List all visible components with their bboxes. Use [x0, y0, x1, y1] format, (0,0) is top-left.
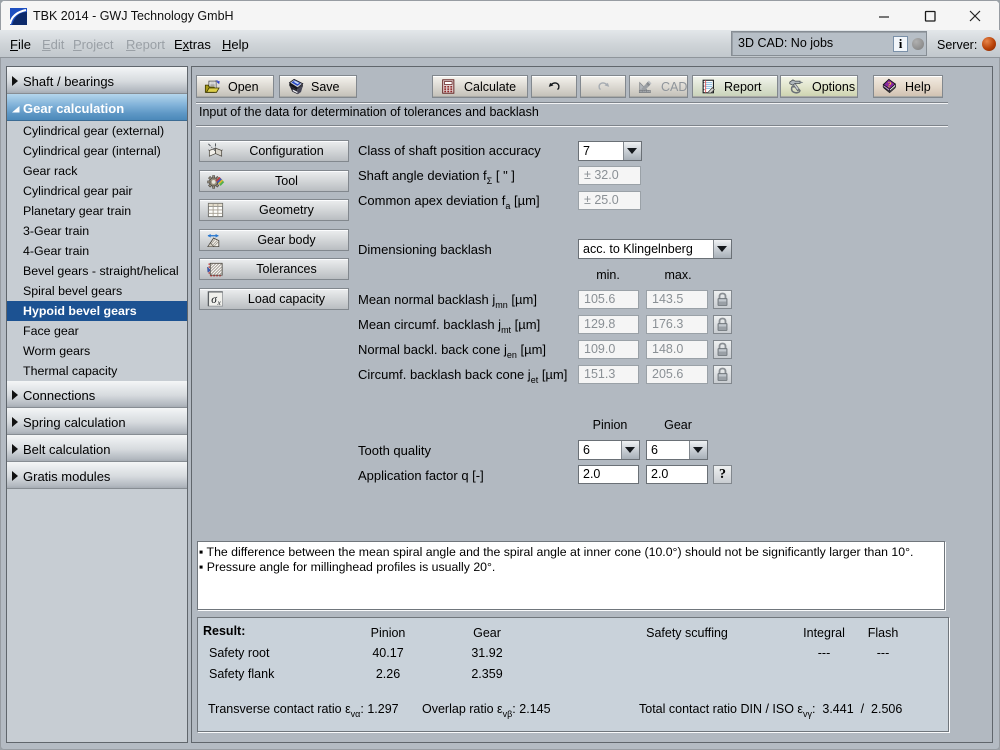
svg-text:x: x: [217, 298, 222, 307]
svg-text:σ: σ: [211, 294, 217, 306]
